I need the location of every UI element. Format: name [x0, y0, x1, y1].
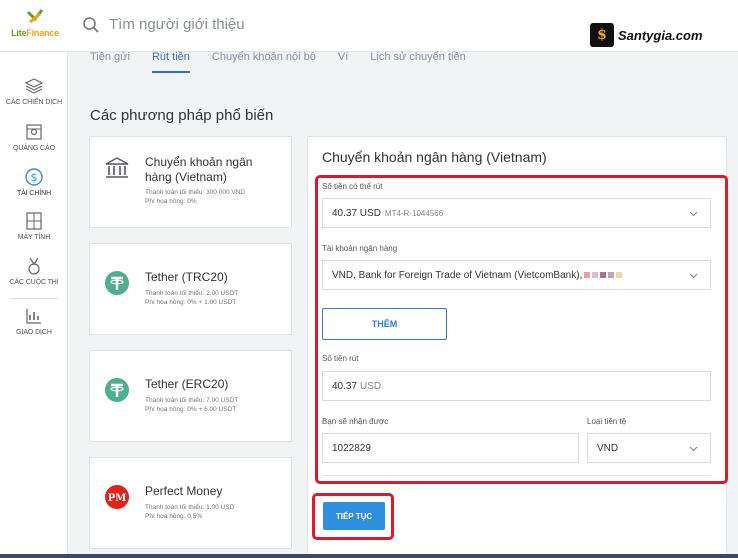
- sidebar-divider: [10, 298, 58, 299]
- chart-icon: [26, 309, 41, 324]
- sidebar-item-label: QUẢNG CÁO: [13, 145, 55, 152]
- watermark-logo-icon: $: [590, 23, 614, 47]
- search-input[interactable]: Tìm người giới thiệu: [109, 16, 245, 33]
- sidebar-item-finance[interactable]: $ TÀI CHÍNH: [0, 167, 68, 197]
- sidebar-item-label: TÀI CHÍNH: [16, 190, 52, 197]
- highlight-box-continue: [312, 493, 394, 540]
- watermark-text: Santygia.com: [618, 27, 703, 43]
- tab-internal-transfer[interactable]: Chuyển khoản nội bộ: [212, 51, 316, 73]
- litefinance-logo[interactable]: LiteFinance: [6, 8, 64, 44]
- method-name: Perfect Money: [145, 484, 223, 498]
- tab-wallet[interactable]: Ví: [338, 51, 348, 73]
- method-commission: Phí hoa hồng: 0.5%: [145, 513, 203, 520]
- top-bar: LiteFinance Tìm người giới thiệu $ Santy…: [0, 0, 738, 52]
- logo-wordmark: LiteFinance: [11, 28, 59, 38]
- method-name: Chuyển khoản ngân hàng (Vietnam): [145, 155, 253, 184]
- highlight-box-form: [315, 175, 728, 484]
- search-icon[interactable]: [82, 16, 100, 34]
- dollar-circle-icon: $: [25, 168, 43, 186]
- tab-transfer-history[interactable]: Lịch sử chuyển tiền: [370, 51, 465, 73]
- sidebar-item-trading[interactable]: GIAO DỊCH: [0, 306, 68, 336]
- watermark: $ Santygia.com: [590, 22, 703, 48]
- sidebar-item-label: CÁC CUỘC THI: [9, 279, 59, 286]
- tab-withdraw[interactable]: Rút tiền: [151, 51, 190, 73]
- bottom-bar: [0, 554, 738, 558]
- logo-mark-icon: [26, 8, 44, 26]
- sidebar-item-contests[interactable]: CÁC CUỘC THI: [0, 256, 68, 286]
- bank-icon: [105, 157, 129, 178]
- method-card-bank-vietnam[interactable]: Chuyển khoản ngân hàng (Vietnam) Thanh t…: [89, 136, 292, 228]
- tab-deposit[interactable]: Tiền gửi: [90, 51, 130, 73]
- method-commission: Phí hoa hồng: 0%: [145, 198, 197, 205]
- medal-icon: [28, 257, 40, 275]
- sidebar-item-calculator[interactable]: MÁY TÍNH: [0, 211, 68, 241]
- sidebar-item-campaigns[interactable]: CÁC CHIẾN DỊCH: [0, 76, 68, 106]
- method-min-payment: Thanh toán tối thiểu: 7.00 USDT: [145, 397, 239, 404]
- calculator-icon: [26, 212, 42, 230]
- svg-text:$: $: [31, 171, 38, 184]
- sidebar-item-label: MÁY TÍNH: [17, 234, 51, 241]
- svg-text:PM: PM: [108, 493, 127, 504]
- method-name: Tether (TRC20): [145, 270, 228, 284]
- perfect-money-icon: PM: [105, 485, 129, 509]
- form-title: Chuyển khoản ngân hàng (Vietnam): [322, 149, 547, 165]
- method-card-perfect-money[interactable]: PM Perfect Money Thanh toán tối thiểu: 1…: [89, 457, 292, 549]
- method-min-payment: Thanh toán tối thiểu: 2.00 USDT: [145, 290, 239, 297]
- method-min-payment: Thanh toán tối thiểu: 300 000 VND: [145, 189, 246, 196]
- ad-banner-icon: [26, 124, 42, 140]
- section-title: Các phương pháp phổ biến: [90, 107, 274, 124]
- method-name: Tether (ERC20): [145, 377, 229, 391]
- layers-icon: [24, 78, 44, 94]
- sidebar-item-ads[interactable]: QUẢNG CÁO: [0, 122, 68, 152]
- sidebar-item-label: GIAO DỊCH: [16, 329, 52, 336]
- method-min-payment: Thanh toán tối thiểu: 1.00 USD: [145, 504, 235, 511]
- finance-tabs: Tiền gửi Rút tiền Chuyển khoản nội bộ Ví…: [90, 51, 488, 73]
- method-commission: Phí hoa hồng: 0% + 6.00 USDT: [145, 406, 237, 413]
- sidebar-item-label: CÁC CHIẾN DỊCH: [5, 99, 63, 106]
- tether-icon: [105, 271, 129, 295]
- method-card-tether-trc20[interactable]: Tether (TRC20) Thanh toán tối thiểu: 2.0…: [89, 243, 292, 335]
- sidebar: CÁC CHIẾN DỊCH QUẢNG CÁO $ TÀI CHÍNH MÁY…: [0, 52, 68, 558]
- tether-icon: [105, 378, 129, 402]
- method-commission: Phí hoa hồng: 0% + 1.00 USDT: [145, 299, 237, 306]
- method-card-tether-erc20[interactable]: Tether (ERC20) Thanh toán tối thiểu: 7.0…: [89, 350, 292, 442]
